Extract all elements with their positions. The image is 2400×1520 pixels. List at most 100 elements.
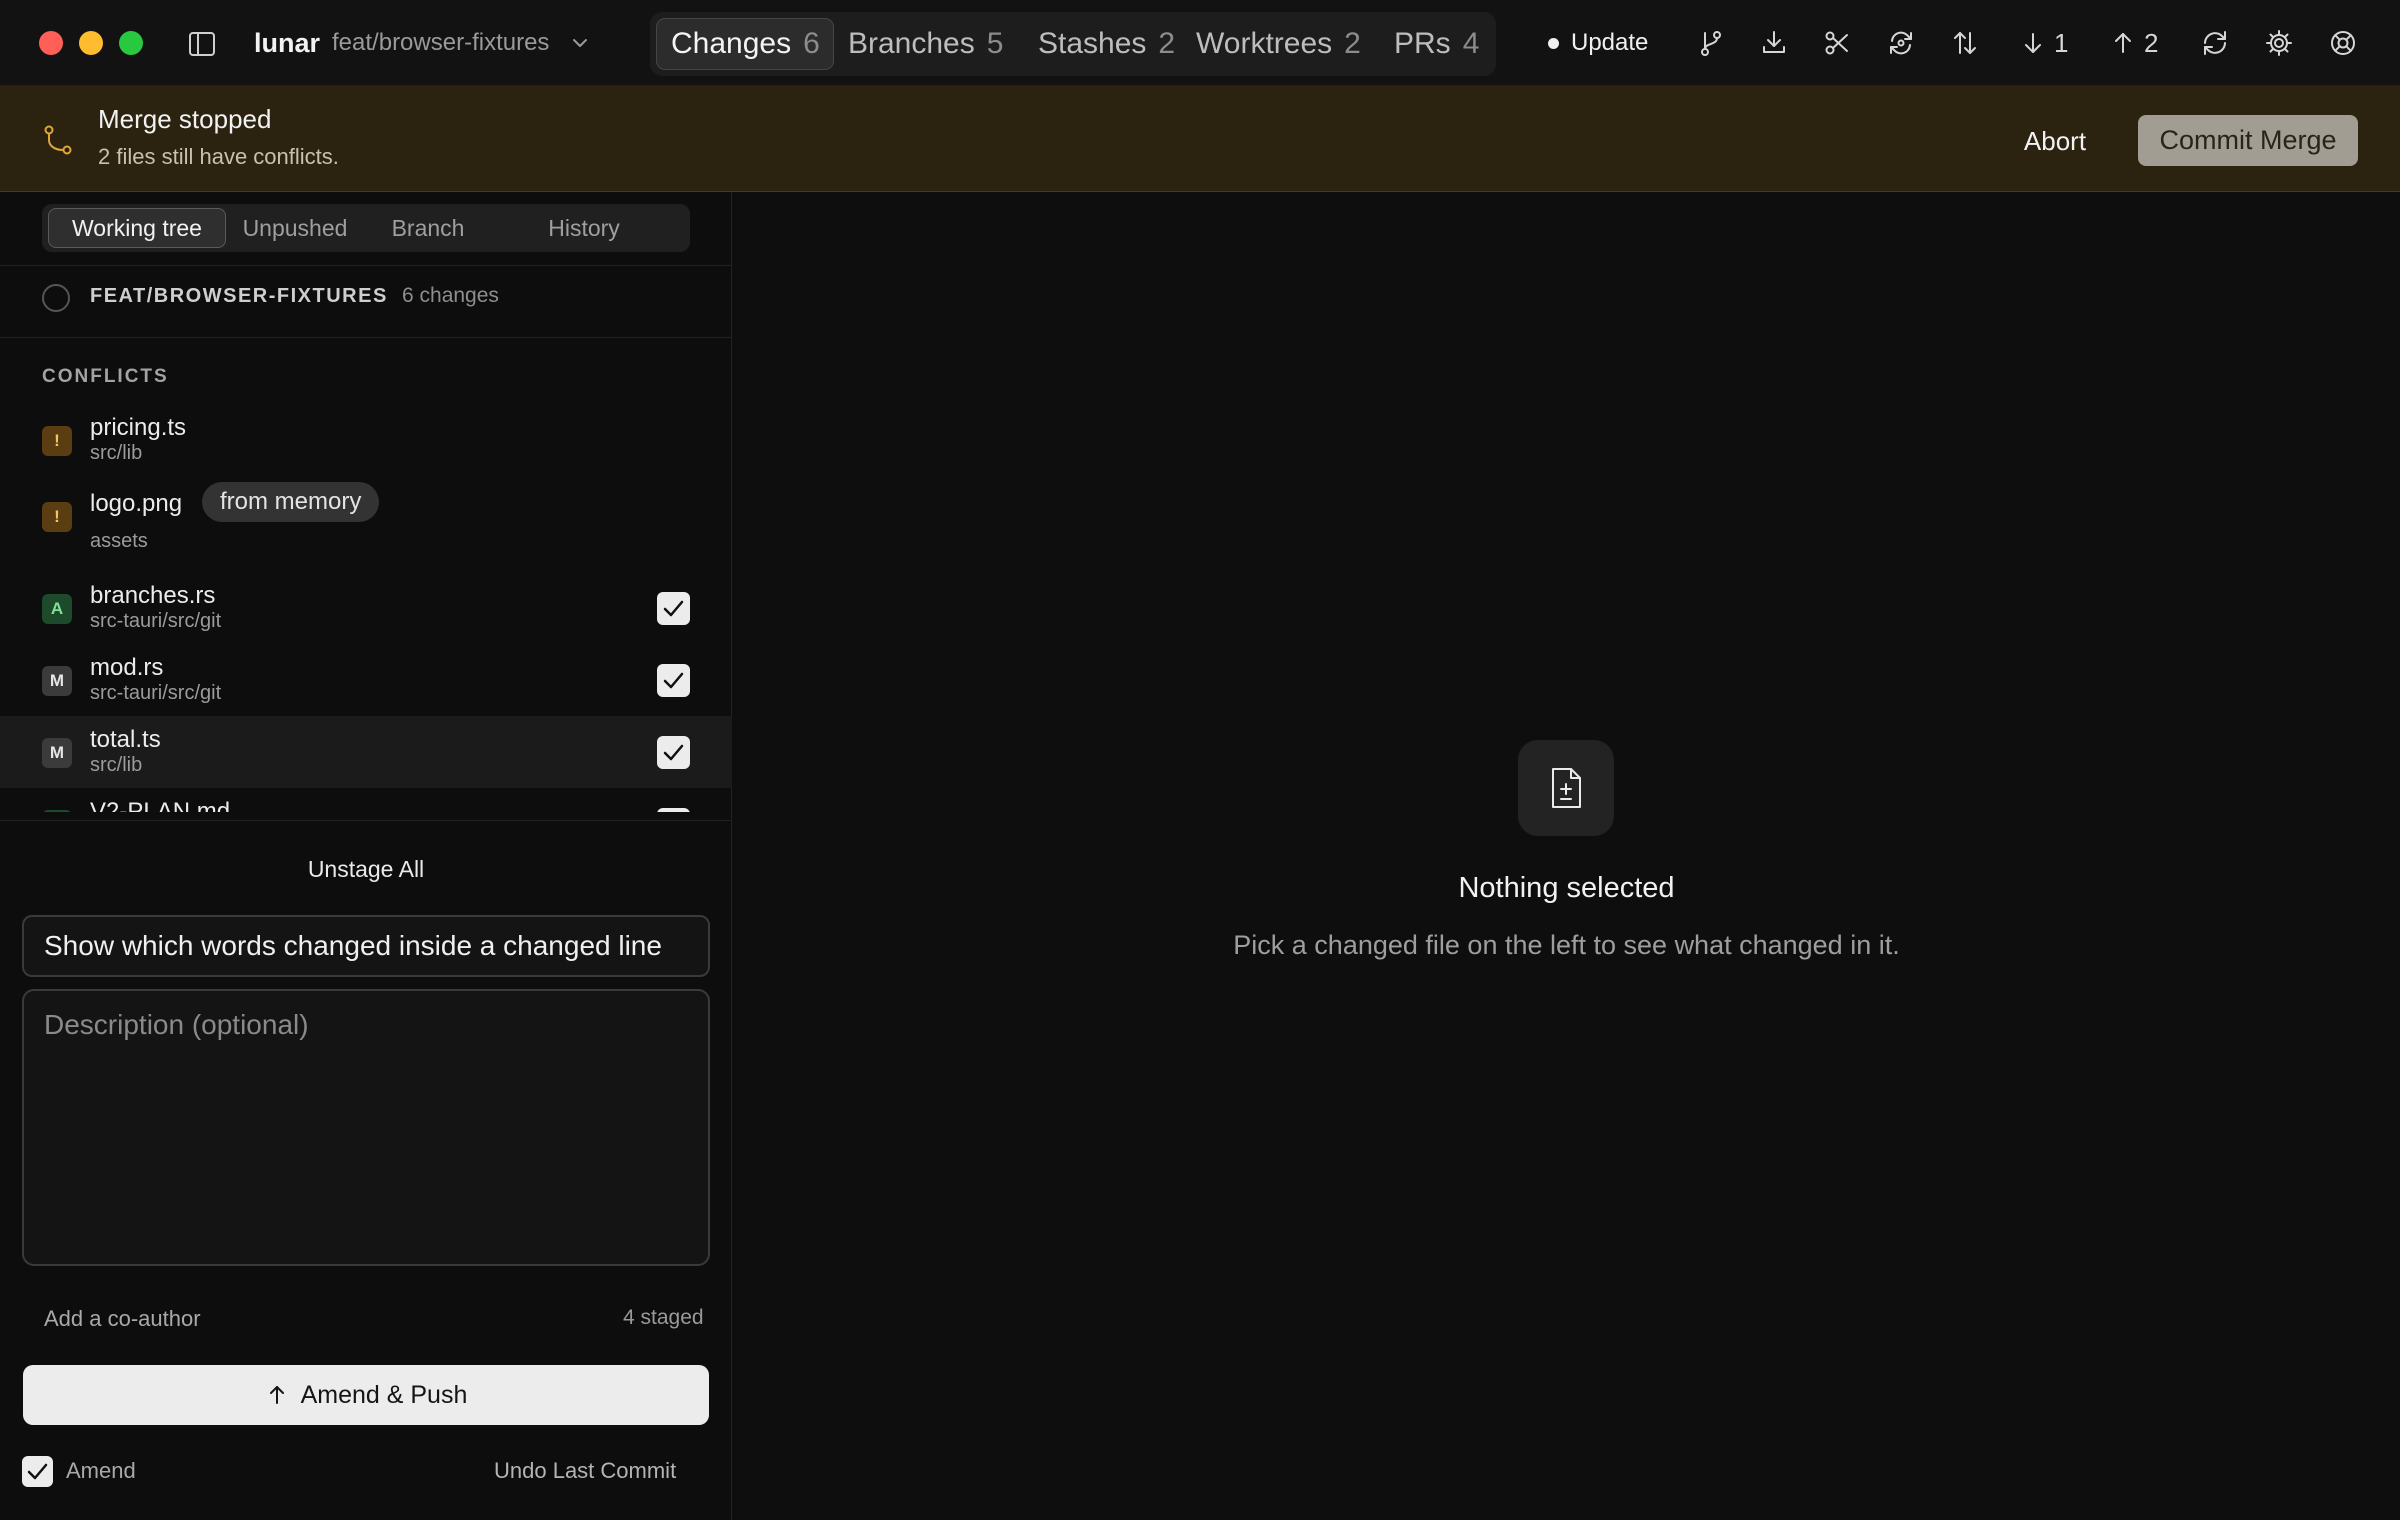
pull-count: 1 xyxy=(2054,27,2069,58)
stage-checkbox[interactable] xyxy=(657,736,690,769)
arrow-up-icon xyxy=(2110,30,2136,56)
zoom-window-button[interactable] xyxy=(119,31,143,55)
file-row[interactable]: M mod.rs src-tauri/src/git xyxy=(0,644,732,716)
modified-badge: M xyxy=(42,738,72,768)
gear-icon[interactable] xyxy=(2264,28,2294,58)
modified-badge: M xyxy=(42,666,72,696)
close-window-button[interactable] xyxy=(39,31,63,55)
divider xyxy=(0,265,732,266)
sidebar-toggle-icon[interactable] xyxy=(186,28,218,60)
minimize-window-button[interactable] xyxy=(79,31,103,55)
commit-merge-button[interactable]: Commit Merge xyxy=(2138,115,2358,166)
file-diff-icon xyxy=(1518,740,1614,836)
amend-label: Amend xyxy=(66,1458,136,1483)
main-tabs: Changes 6 Branches 5 Stashes 2 Worktrees… xyxy=(650,12,1496,76)
file-name: V2-PLAN.md xyxy=(90,798,231,812)
tab-label: Worktrees xyxy=(1196,27,1333,60)
conflict-badge: ! xyxy=(42,426,72,456)
title-bar: lunar feat/browser-fixtures Changes 6 Br… xyxy=(0,0,2400,86)
current-branch: feat/browser-fixtures xyxy=(332,29,550,56)
segment-branch[interactable]: Branch xyxy=(372,208,484,248)
file-name: total.ts xyxy=(90,726,161,753)
branch-icon[interactable] xyxy=(1696,28,1726,58)
empty-state-title: Nothing selected xyxy=(1458,872,1675,904)
check-icon xyxy=(663,600,684,617)
amend-checkbox[interactable] xyxy=(22,1456,53,1487)
sync-icon[interactable] xyxy=(2200,28,2230,58)
tab-count: 4 xyxy=(1462,27,1480,60)
scissors-icon[interactable] xyxy=(1822,28,1852,58)
file-path: src-tauri/src/git xyxy=(90,610,222,632)
file-path: assets xyxy=(90,530,148,552)
file-name: logo.png xyxy=(90,490,183,517)
update-button[interactable]: Update xyxy=(1548,26,1648,60)
tab-count: 5 xyxy=(986,27,1004,60)
tab-label: Changes xyxy=(671,27,792,60)
staged-count: 4 staged xyxy=(623,1306,704,1329)
diff-panel: Nothing selected Pick a changed file on … xyxy=(733,192,2400,1520)
arrow-up-icon xyxy=(265,1383,289,1407)
abort-merge-button[interactable]: Abort xyxy=(2000,116,2110,166)
refresh-cw-icon[interactable] xyxy=(1886,28,1916,58)
file-path: src/lib xyxy=(90,442,143,464)
commit-summary-input[interactable] xyxy=(22,915,710,977)
file-row[interactable]: A branches.rs src-tauri/src/git xyxy=(0,572,732,644)
repo-name: lunar xyxy=(254,27,321,58)
check-icon xyxy=(663,672,684,689)
conflict-badge: ! xyxy=(42,502,72,532)
segment-working-tree[interactable]: Working tree xyxy=(48,208,226,248)
tab-changes[interactable]: Changes 6 xyxy=(656,18,834,70)
tab-label: Branches xyxy=(848,27,975,60)
pull-button[interactable]: 1 xyxy=(2020,24,2068,62)
lifebuoy-icon[interactable] xyxy=(2328,28,2358,58)
amend-push-button[interactable]: Amend & Push xyxy=(23,1365,709,1425)
select-all-radio[interactable] xyxy=(42,284,70,312)
check-icon xyxy=(27,1463,48,1480)
tab-count: 2 xyxy=(1158,27,1176,60)
arrow-down-icon xyxy=(2020,30,2046,56)
tab-branches[interactable]: Branches 5 xyxy=(834,18,1017,70)
segment-unpushed[interactable]: Unpushed xyxy=(230,208,360,248)
tab-label: Stashes xyxy=(1038,27,1147,60)
check-icon xyxy=(663,744,684,761)
undo-last-commit-button[interactable]: Undo Last Commit xyxy=(494,1458,676,1484)
segment-history[interactable]: History xyxy=(520,208,648,248)
view-segmented-control: Working tree Unpushed Branch History xyxy=(42,204,690,252)
file-list: ! pricing.ts src/lib ! logo.png from mem… xyxy=(0,402,732,812)
tab-stashes[interactable]: Stashes 2 xyxy=(1024,18,1189,70)
added-badge: A xyxy=(42,810,72,812)
from-memory-badge: from memory xyxy=(202,482,380,522)
commit-description-input[interactable] xyxy=(22,989,710,1266)
file-row[interactable]: ! pricing.ts src/lib xyxy=(0,402,732,472)
stage-checkbox[interactable] xyxy=(657,664,690,697)
unstage-all-button[interactable]: Unstage All xyxy=(0,856,732,883)
add-coauthor-link[interactable]: Add a co-author xyxy=(44,1306,201,1332)
banner-subtitle: 2 files still have conflicts. xyxy=(98,144,339,169)
file-row[interactable]: A V2-PLAN.md xyxy=(0,788,732,812)
tab-worktrees[interactable]: Worktrees 2 xyxy=(1182,18,1375,70)
merge-icon xyxy=(40,122,76,158)
update-dot-icon xyxy=(1548,37,1559,49)
stage-checkbox[interactable] xyxy=(657,808,690,812)
file-path: src-tauri/src/git xyxy=(90,682,222,704)
tab-count: 6 xyxy=(803,27,820,60)
branch-header-name: FEAT/BROWSER-FIXTURES xyxy=(90,285,388,307)
push-button[interactable]: 2 xyxy=(2110,24,2158,62)
branch-header: FEAT/BROWSER-FIXTURES 6 changes xyxy=(0,268,732,328)
arrows-up-down-icon[interactable] xyxy=(1950,28,1980,58)
added-badge: A xyxy=(42,594,72,624)
file-row[interactable]: M total.ts src/lib xyxy=(0,716,732,788)
tab-prs[interactable]: PRs 4 xyxy=(1380,18,1493,70)
stage-checkbox[interactable] xyxy=(657,592,690,625)
file-row[interactable]: ! logo.png from memory assets xyxy=(0,472,732,564)
download-icon[interactable] xyxy=(1759,28,1789,58)
repo-switcher[interactable]: lunar feat/browser-fixtures xyxy=(254,26,591,60)
banner-title: Merge stopped xyxy=(98,104,272,134)
file-path: src/lib xyxy=(90,754,143,776)
empty-state-subtitle: Pick a changed file on the left to see w… xyxy=(1233,930,1900,960)
branch-change-count: 6 changes xyxy=(402,284,499,307)
push-count: 2 xyxy=(2144,27,2159,58)
tab-label: PRs xyxy=(1394,27,1451,60)
conflicts-section-label: CONFLICTS xyxy=(42,366,169,387)
divider xyxy=(0,820,732,821)
